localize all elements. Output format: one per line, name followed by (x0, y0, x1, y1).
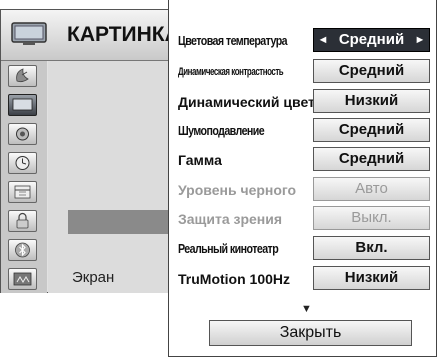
setting-value-selector: Авто (313, 177, 430, 201)
setting-value-selector[interactable]: Средний (313, 118, 430, 142)
selected-item-highlight (68, 210, 173, 234)
setting-value-selector[interactable]: ◄ Средний ► (313, 28, 430, 52)
menu-content-area: Экран (48, 61, 173, 293)
setting-label: Цветовая температура (178, 33, 288, 48)
setting-value: Средний (338, 121, 405, 138)
speaker-icon[interactable] (8, 123, 37, 145)
setting-value: Авто (355, 180, 388, 197)
setting-value-selector: Выкл. (313, 206, 430, 230)
picture-settings-dialog: Цветовая температура ◄ Средний ► Динамическа… (168, 0, 437, 357)
setting-row[interactable]: Цветовая температура ◄ Средний ► (169, 28, 436, 54)
setting-label: Динамический цвет (178, 94, 315, 110)
setting-row[interactable]: Гамма Средний (169, 147, 436, 173)
setting-label: Уровень черного (178, 182, 297, 198)
setting-value: Низкий (344, 92, 399, 109)
menu-header: КАРТИНКА (1, 10, 180, 61)
setting-row[interactable]: Динамический цвет Низкий (169, 89, 436, 115)
calendar-icon[interactable] (8, 181, 37, 203)
picture-menu-panel: КАРТИНКА Экран (0, 9, 180, 293)
clock-icon[interactable] (8, 152, 37, 174)
setting-value: Низкий (344, 269, 399, 286)
setting-value: Средний (338, 31, 405, 48)
setting-value-selector[interactable]: Низкий (313, 89, 430, 113)
setting-row[interactable]: Реальный кинотеатр Вкл. (169, 236, 436, 262)
setting-label: Шумоподавление (178, 123, 265, 138)
setting-value: Выкл. (351, 209, 392, 226)
setting-label: TruMotion 100Hz (178, 271, 291, 287)
media-icon[interactable] (8, 268, 37, 290)
picture-icon[interactable] (8, 94, 37, 116)
setting-row[interactable]: Шумоподавление Средний (169, 118, 436, 144)
setting-value-selector[interactable]: Вкл. (313, 236, 430, 260)
setting-value-selector[interactable]: Средний (313, 59, 430, 83)
category-icon-column (1, 61, 47, 293)
setting-label: Защита зрения (178, 211, 283, 227)
setting-row: Защита зрения Выкл. (169, 206, 436, 232)
scroll-down-icon[interactable]: ▼ (301, 303, 312, 315)
setting-value: Вкл. (355, 239, 388, 256)
setting-row: Уровень черного Авто (169, 177, 436, 203)
satellite-dish-icon[interactable] (8, 65, 37, 87)
setting-label: Реальный кинотеатр (178, 241, 279, 256)
bluetooth-icon[interactable] (8, 239, 37, 261)
arrow-left-icon[interactable]: ◄ (316, 29, 330, 51)
menu-item-screen[interactable]: Экран (72, 269, 114, 286)
setting-value: Средний (338, 62, 405, 79)
setting-value-selector[interactable]: Низкий (313, 266, 430, 290)
setting-value-selector[interactable]: Средний (313, 147, 430, 171)
setting-row[interactable]: TruMotion 100Hz Низкий (169, 266, 436, 292)
setting-value: Средний (338, 150, 405, 167)
page-title: КАРТИНКА (67, 23, 180, 46)
tv-icon (11, 22, 47, 46)
setting-label: Динамическая контрастность (178, 66, 284, 78)
setting-label: Гамма (178, 152, 222, 168)
arrow-right-icon[interactable]: ► (413, 29, 427, 51)
close-button[interactable]: Закрыть (209, 320, 412, 346)
lock-icon[interactable] (8, 210, 37, 232)
setting-row[interactable]: Динамическая контрастность Средний (169, 59, 436, 85)
